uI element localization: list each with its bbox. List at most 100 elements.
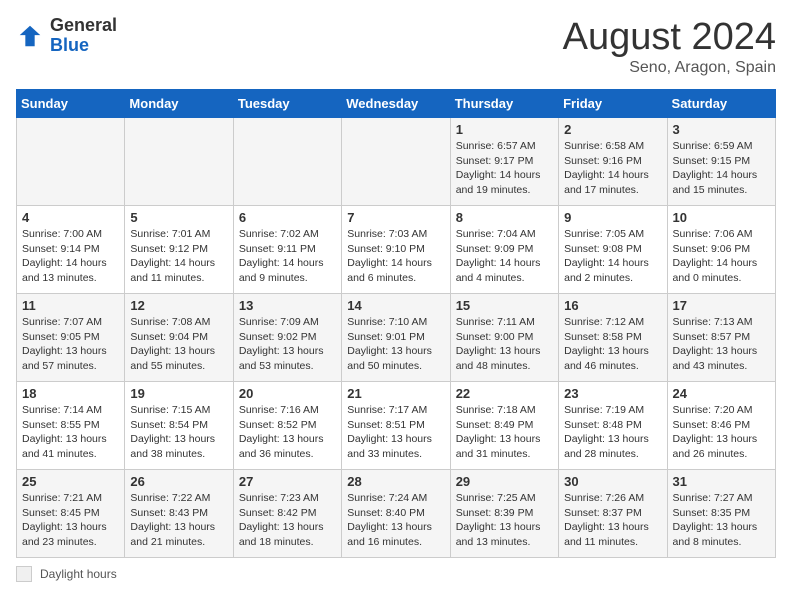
calendar-cell: 15 Sunrise: 7:11 AM Sunset: 9:00 PM Dayli… xyxy=(450,294,558,382)
day-number: 28 xyxy=(347,474,444,489)
calendar-cell: 24 Sunrise: 7:20 AM Sunset: 8:46 PM Dayli… xyxy=(667,382,775,470)
day-number: 18 xyxy=(22,386,119,401)
day-info: Sunrise: 7:11 AM Sunset: 9:00 PM Dayligh… xyxy=(456,315,553,374)
day-number: 8 xyxy=(456,210,553,225)
calendar-cell: 7 Sunrise: 7:03 AM Sunset: 9:10 PM Daylig… xyxy=(342,206,450,294)
logo: General Blue xyxy=(16,16,117,56)
day-number: 7 xyxy=(347,210,444,225)
page-header: General Blue August 2024 Seno, Aragon, S… xyxy=(16,16,776,77)
calendar-cell: 2Sunrise: 6:58 AM Sunset: 9:16 PM Daylig… xyxy=(559,118,667,206)
calendar-cell xyxy=(233,118,341,206)
calendar-cell: 27 Sunrise: 7:23 AM Sunset: 8:42 PM Dayli… xyxy=(233,470,341,558)
day-number: 2 xyxy=(564,122,661,137)
logo-blue: Blue xyxy=(50,35,89,55)
weekday-header: Friday xyxy=(559,90,667,118)
calendar-cell: 21Sunrise: 7:17 AM Sunset: 8:51 PM Dayli… xyxy=(342,382,450,470)
calendar-cell xyxy=(125,118,233,206)
calendar-table: SundayMondayTuesdayWednesdayThursdayFrid… xyxy=(16,89,776,558)
day-info: Sunrise: 7:24 AM Sunset: 8:40 PM Dayligh… xyxy=(347,491,444,550)
calendar-cell: 18 Sunrise: 7:14 AM Sunset: 8:55 PM Dayli… xyxy=(17,382,125,470)
day-info: Sunrise: 7:01 AM Sunset: 9:12 PM Dayligh… xyxy=(130,227,227,286)
calendar-cell xyxy=(17,118,125,206)
day-info: Sunrise: 7:05 AM Sunset: 9:08 PM Dayligh… xyxy=(564,227,661,286)
weekday-header: Saturday xyxy=(667,90,775,118)
day-info: Sunrise: 7:25 AM Sunset: 8:39 PM Dayligh… xyxy=(456,491,553,550)
day-info: Sunrise: 7:26 AM Sunset: 8:37 PM Dayligh… xyxy=(564,491,661,550)
day-number: 1 xyxy=(456,122,553,137)
logo-text: General Blue xyxy=(50,16,117,56)
weekday-header: Sunday xyxy=(17,90,125,118)
calendar-title: August 2024 xyxy=(563,16,776,59)
day-info: Sunrise: 7:08 AM Sunset: 9:04 PM Dayligh… xyxy=(130,315,227,374)
calendar-subtitle: Seno, Aragon, Spain xyxy=(563,59,776,77)
day-number: 22 xyxy=(456,386,553,401)
day-number: 17 xyxy=(673,298,770,313)
day-info: Sunrise: 7:19 AM Sunset: 8:48 PM Dayligh… xyxy=(564,403,661,462)
day-info: Sunrise: 7:21 AM Sunset: 8:45 PM Dayligh… xyxy=(22,491,119,550)
day-number: 25 xyxy=(22,474,119,489)
calendar-cell: 31 Sunrise: 7:27 AM Sunset: 8:35 PM Dayli… xyxy=(667,470,775,558)
day-info: Sunrise: 7:09 AM Sunset: 9:02 PM Dayligh… xyxy=(239,315,336,374)
calendar-cell: 22 Sunrise: 7:18 AM Sunset: 8:49 PM Dayli… xyxy=(450,382,558,470)
calendar-cell: 16 Sunrise: 7:12 AM Sunset: 8:58 PM Dayli… xyxy=(559,294,667,382)
day-info: Sunrise: 7:15 AM Sunset: 8:54 PM Dayligh… xyxy=(130,403,227,462)
calendar-cell: 29Sunrise: 7:25 AM Sunset: 8:39 PM Dayli… xyxy=(450,470,558,558)
calendar-cell: 3 Sunrise: 6:59 AM Sunset: 9:15 PM Daylig… xyxy=(667,118,775,206)
day-number: 11 xyxy=(22,298,119,313)
day-info: Sunrise: 6:57 AM Sunset: 9:17 PM Dayligh… xyxy=(456,139,553,198)
day-number: 24 xyxy=(673,386,770,401)
day-info: Sunrise: 7:03 AM Sunset: 9:10 PM Dayligh… xyxy=(347,227,444,286)
day-number: 20 xyxy=(239,386,336,401)
day-number: 14 xyxy=(347,298,444,313)
calendar-cell: 17 Sunrise: 7:13 AM Sunset: 8:57 PM Dayli… xyxy=(667,294,775,382)
calendar-cell: 10 Sunrise: 7:06 AM Sunset: 9:06 PM Dayli… xyxy=(667,206,775,294)
logo-icon xyxy=(16,22,44,50)
legend-label: Daylight hours xyxy=(40,567,117,581)
day-number: 9 xyxy=(564,210,661,225)
day-info: Sunrise: 7:13 AM Sunset: 8:57 PM Dayligh… xyxy=(673,315,770,374)
calendar-cell: 26Sunrise: 7:22 AM Sunset: 8:43 PM Dayli… xyxy=(125,470,233,558)
calendar-week-row: 25 Sunrise: 7:21 AM Sunset: 8:45 PM Dayli… xyxy=(17,470,776,558)
day-number: 16 xyxy=(564,298,661,313)
calendar-cell xyxy=(342,118,450,206)
day-info: Sunrise: 7:12 AM Sunset: 8:58 PM Dayligh… xyxy=(564,315,661,374)
day-number: 23 xyxy=(564,386,661,401)
calendar-cell: 5 Sunrise: 7:01 AM Sunset: 9:12 PM Daylig… xyxy=(125,206,233,294)
calendar-cell: 30Sunrise: 7:26 AM Sunset: 8:37 PM Dayli… xyxy=(559,470,667,558)
day-number: 31 xyxy=(673,474,770,489)
day-info: Sunrise: 7:20 AM Sunset: 8:46 PM Dayligh… xyxy=(673,403,770,462)
day-info: Sunrise: 7:18 AM Sunset: 8:49 PM Dayligh… xyxy=(456,403,553,462)
calendar-cell: 11Sunrise: 7:07 AM Sunset: 9:05 PM Dayli… xyxy=(17,294,125,382)
day-info: Sunrise: 7:00 AM Sunset: 9:14 PM Dayligh… xyxy=(22,227,119,286)
day-info: Sunrise: 7:23 AM Sunset: 8:42 PM Dayligh… xyxy=(239,491,336,550)
calendar-week-row: 1 Sunrise: 6:57 AM Sunset: 9:17 PM Daylig… xyxy=(17,118,776,206)
day-number: 3 xyxy=(673,122,770,137)
calendar-cell: 23 Sunrise: 7:19 AM Sunset: 8:48 PM Dayli… xyxy=(559,382,667,470)
day-number: 27 xyxy=(239,474,336,489)
calendar-cell: 12 Sunrise: 7:08 AM Sunset: 9:04 PM Dayli… xyxy=(125,294,233,382)
calendar-week-row: 4 Sunrise: 7:00 AM Sunset: 9:14 PM Daylig… xyxy=(17,206,776,294)
day-number: 4 xyxy=(22,210,119,225)
calendar-week-row: 11Sunrise: 7:07 AM Sunset: 9:05 PM Dayli… xyxy=(17,294,776,382)
calendar-cell: 20Sunrise: 7:16 AM Sunset: 8:52 PM Dayli… xyxy=(233,382,341,470)
day-info: Sunrise: 7:14 AM Sunset: 8:55 PM Dayligh… xyxy=(22,403,119,462)
weekday-header: Wednesday xyxy=(342,90,450,118)
day-number: 19 xyxy=(130,386,227,401)
calendar-cell: 28 Sunrise: 7:24 AM Sunset: 8:40 PM Dayli… xyxy=(342,470,450,558)
legend: Daylight hours xyxy=(16,566,776,582)
day-number: 13 xyxy=(239,298,336,313)
title-area: August 2024 Seno, Aragon, Spain xyxy=(563,16,776,77)
day-number: 10 xyxy=(673,210,770,225)
day-info: Sunrise: 7:22 AM Sunset: 8:43 PM Dayligh… xyxy=(130,491,227,550)
day-info: Sunrise: 7:06 AM Sunset: 9:06 PM Dayligh… xyxy=(673,227,770,286)
calendar-cell: 13 Sunrise: 7:09 AM Sunset: 9:02 PM Dayli… xyxy=(233,294,341,382)
day-info: Sunrise: 6:59 AM Sunset: 9:15 PM Dayligh… xyxy=(673,139,770,198)
legend-box xyxy=(16,566,32,582)
calendar-week-row: 18 Sunrise: 7:14 AM Sunset: 8:55 PM Dayli… xyxy=(17,382,776,470)
calendar-cell: 19 Sunrise: 7:15 AM Sunset: 8:54 PM Dayli… xyxy=(125,382,233,470)
day-info: Sunrise: 7:02 AM Sunset: 9:11 PM Dayligh… xyxy=(239,227,336,286)
day-number: 12 xyxy=(130,298,227,313)
day-info: Sunrise: 7:27 AM Sunset: 8:35 PM Dayligh… xyxy=(673,491,770,550)
day-number: 15 xyxy=(456,298,553,313)
day-number: 5 xyxy=(130,210,227,225)
